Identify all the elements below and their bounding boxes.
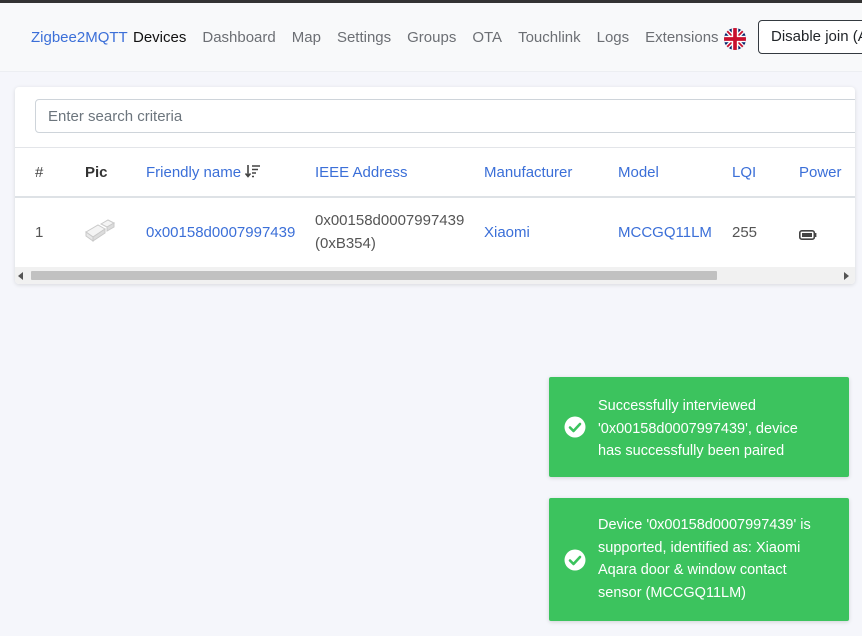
nav-extensions[interactable]: Extensions <box>645 29 718 46</box>
row-index: 1 <box>35 224 44 241</box>
sort-descending-icon <box>245 165 261 178</box>
header-pic: Pic <box>85 164 108 181</box>
uk-flag-icon[interactable] <box>724 28 746 50</box>
nav-groups[interactable]: Groups <box>407 29 456 46</box>
table-header: # Pic Friendly name IEEE Address Manufac… <box>15 147 855 198</box>
header-lqi[interactable]: LQI <box>732 164 756 181</box>
door-window-sensor-icon <box>83 219 117 249</box>
nav-logs[interactable]: Logs <box>597 29 630 46</box>
toast-device-supported[interactable]: Device '0x00158d0007997439' is supported… <box>549 498 849 621</box>
toast-interview-success[interactable]: Successfully interviewed '0x00158d000799… <box>549 377 849 477</box>
ieee-address: 0x00158d0007997439 <box>315 212 465 229</box>
toast-message: Successfully interviewed '0x00158d000799… <box>598 398 798 459</box>
header-index: # <box>35 164 44 181</box>
header-friendly-name-label: Friendly name <box>146 164 242 181</box>
battery-icon <box>799 227 817 244</box>
devices-card: # Pic Friendly name IEEE Address Manufac… <box>15 87 855 284</box>
model-link[interactable]: MCCGQ11LM <box>618 224 712 241</box>
nav-devices[interactable]: Devices <box>133 29 186 46</box>
header-friendly-name[interactable]: Friendly name <box>146 164 261 181</box>
check-circle-icon <box>564 549 586 571</box>
nav-dashboard[interactable]: Dashboard <box>202 29 275 46</box>
nav-settings[interactable]: Settings <box>337 29 391 46</box>
device-friendly-name-link[interactable]: 0x00158d0007997439 <box>146 224 295 241</box>
scroll-right-icon[interactable] <box>844 272 849 280</box>
header-power[interactable]: Power <box>799 164 842 181</box>
manufacturer-link[interactable]: Xiaomi <box>484 224 530 241</box>
disable-join-button[interactable]: Disable join (A <box>758 20 862 54</box>
network-address: (0xB354) <box>315 235 376 252</box>
nav-map[interactable]: Map <box>292 29 321 46</box>
lqi-value: 255 <box>732 224 758 241</box>
nav-links: Devices Dashboard Map Settings Groups OT… <box>133 29 719 46</box>
check-circle-icon <box>564 416 586 438</box>
header-manufacturer[interactable]: Manufacturer <box>484 164 572 181</box>
horizontal-scrollbar[interactable] <box>15 267 855 284</box>
nav-touchlink[interactable]: Touchlink <box>518 29 581 46</box>
scrollbar-thumb[interactable] <box>31 271 717 280</box>
toast-message: Device '0x00158d0007997439' is supported… <box>598 517 811 601</box>
navbar: Zigbee2MQTT Devices Dashboard Map Settin… <box>0 3 862 72</box>
header-ieee-address[interactable]: IEEE Address <box>315 164 408 181</box>
header-model[interactable]: Model <box>618 164 659 181</box>
nav-ota[interactable]: OTA <box>472 29 502 46</box>
table-row: 1 0x00158d0007997439 0x00158d0007997439 … <box>15 197 855 267</box>
search-input[interactable] <box>35 99 855 133</box>
scroll-left-icon[interactable] <box>18 272 23 280</box>
brand-link[interactable]: Zigbee2MQTT <box>31 29 128 46</box>
